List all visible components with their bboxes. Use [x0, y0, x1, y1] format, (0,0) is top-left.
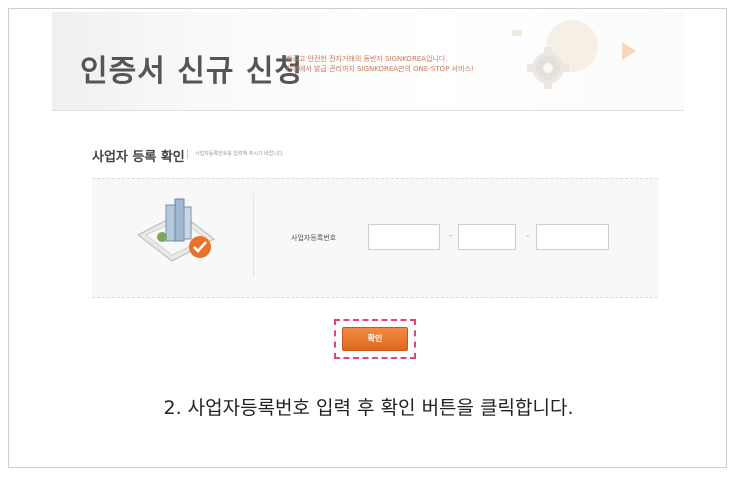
banner-decoration: [512, 20, 636, 89]
decoration-shape: [512, 30, 522, 36]
page-subtitle: 빠르고 안전한 전자거래의 동반자 SIGNKOREA입니다. 신청에서 발급 …: [286, 54, 474, 74]
page-title: 인증서 신규 신청: [80, 54, 304, 89]
building-document-icon: [137, 198, 215, 262]
business-number-part2-input[interactable]: [458, 224, 516, 250]
business-number-part1-input[interactable]: [368, 224, 440, 250]
field-separator-2: -: [526, 231, 530, 241]
section-title-separator: [187, 149, 188, 159]
subtitle-line-2: 신청에서 발급 관리까지 SIGNKOREA만의 ONE-STOP 서비스!: [286, 65, 474, 73]
header-divider: [52, 110, 684, 111]
checkmark-icon: [189, 236, 211, 258]
business-number-part3-input[interactable]: [536, 224, 609, 250]
page-header-banner: 인증서 신규 신청 빠르고 안전한 전자거래의 동반자 SIGNKOREA입니다…: [52, 12, 684, 110]
section-help-text: 사업자등록번호를 입력해 주시기 바랍니다.: [195, 151, 285, 157]
confirm-button[interactable]: 확인: [342, 327, 408, 351]
section-title: 사업자 등록 확인: [92, 150, 185, 165]
business-number-label: 사업자등록번호: [291, 234, 337, 242]
play-arrow-icon: [622, 42, 636, 60]
field-separator-1: -: [449, 231, 453, 241]
instruction-caption: 2. 사업자등록번호 입력 후 확인 버튼을 클릭합니다.: [163, 397, 574, 419]
subtitle-line-1: 빠르고 안전한 전자거래의 동반자 SIGNKOREA입니다.: [286, 55, 448, 63]
form-divider: [253, 193, 254, 277]
business-registration-form: 사업자등록번호 - -: [92, 178, 658, 298]
